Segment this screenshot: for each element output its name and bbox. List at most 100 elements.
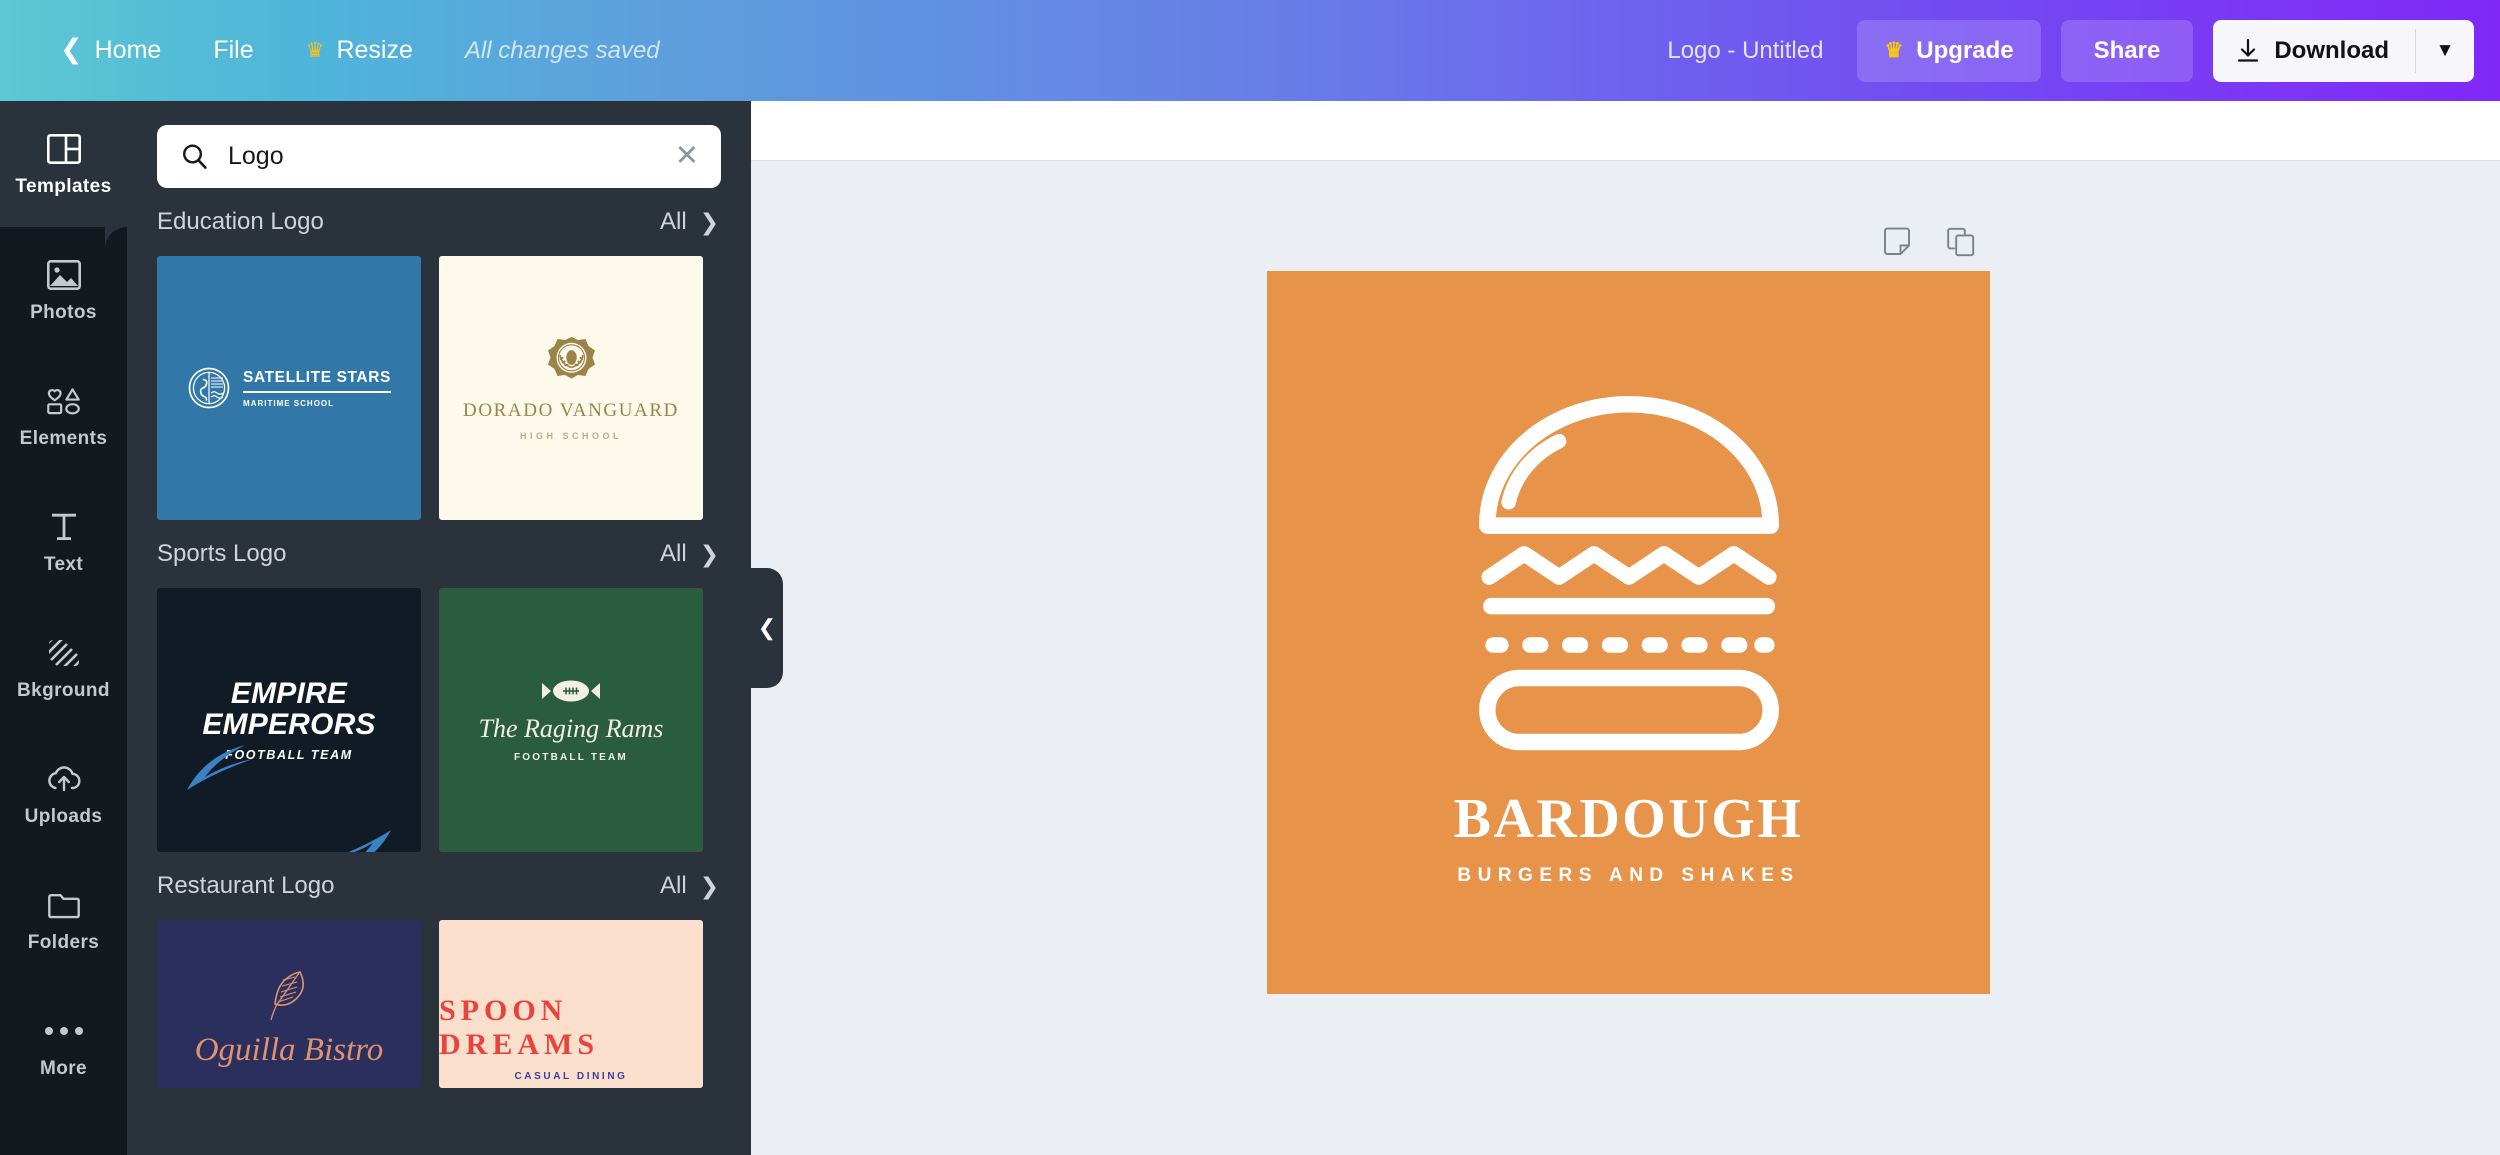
template-title: Oguilla Bistro [194, 1032, 384, 1068]
burger-line-icon [1478, 395, 1779, 750]
templates-icon [46, 131, 82, 167]
sidebar-item-photos[interactable]: Photos [0, 227, 127, 353]
chevron-right-icon: ❯ [699, 208, 719, 235]
sidebar-label: Templates [15, 175, 112, 197]
left-tool-rail: Templates Photos Elements Text Bkground … [0, 101, 127, 1155]
panel-collapse-handle[interactable]: ❮ [751, 568, 783, 688]
upgrade-label: Upgrade [1916, 36, 2014, 64]
header-right-group: Logo - Untitled ♛ Upgrade Share Download [1667, 0, 2500, 101]
template-subtitle: FOOTBALL TEAM [514, 751, 628, 763]
upgrade-button[interactable]: ♛ Upgrade [1857, 19, 2041, 82]
search-box[interactable]: ✕ [157, 125, 721, 188]
resize-label: Resize [336, 36, 413, 64]
section-title: Sports Logo [157, 540, 287, 567]
home-button[interactable]: ❮ Home [34, 0, 187, 101]
template-subtitle: MARITIME SCHOOL [243, 398, 335, 408]
sidebar-label: Folders [27, 931, 100, 953]
template-card-spoon-dreams[interactable]: SPOON DREAMS CASUAL DINING [439, 920, 703, 1088]
sidebar-label: Elements [19, 427, 108, 449]
file-menu-button[interactable]: File [187, 0, 279, 101]
chevron-left-icon: ❮ [60, 34, 83, 64]
canvas-brand-tagline: BURGERS AND SHAKES [1457, 864, 1800, 886]
template-card-oguilla-bistro[interactable]: Oguilla Bistro [157, 920, 421, 1088]
download-button-group: Download ▼ [2213, 19, 2474, 82]
sidebar-item-elements[interactable]: Elements [0, 353, 127, 479]
download-options-caret[interactable]: ▼ [2416, 20, 2474, 82]
sidebar-label: More [40, 1057, 87, 1079]
template-title: The Raging Rams [478, 713, 664, 743]
sidebar-label: Bkground [17, 679, 110, 701]
section-header-sports: Sports Logo All ❯ [127, 520, 751, 588]
all-label: All [660, 872, 687, 899]
template-subtitle: CASUAL DINING [514, 1071, 628, 1082]
templates-panel: ✕ Education Logo All ❯ [127, 101, 751, 1155]
share-button[interactable]: Share [2060, 19, 2194, 82]
sticky-note-icon[interactable] [1882, 227, 1912, 257]
lightning-bolts-icon [187, 744, 391, 852]
save-status-text: All changes saved [464, 36, 660, 64]
template-card-satellite-stars[interactable]: SATELLITE STARS MARITIME SCHOOL [157, 256, 421, 520]
search-icon [182, 144, 207, 169]
template-row-restaurant: Oguilla Bistro SPOON DREAMS CASUAL DININ… [127, 920, 751, 1088]
download-label: Download [2274, 36, 2389, 64]
template-title: SPOON DREAMS [439, 994, 600, 1061]
photo-icon [46, 257, 82, 293]
download-button[interactable]: Download [2213, 20, 2415, 82]
leaf-icon [270, 971, 304, 1021]
chevron-right-icon: ❯ [699, 872, 719, 899]
football-icon [541, 680, 600, 701]
section-see-all-education[interactable]: All ❯ [660, 208, 719, 236]
ellipsis-icon [44, 1013, 83, 1049]
section-see-all-restaurant[interactable]: All ❯ [660, 872, 719, 900]
template-row-sports: EMPIRE EMPERORS FOOTBALL TEAM The Raging… [127, 588, 751, 852]
section-title: Restaurant Logo [157, 872, 335, 899]
sidebar-item-templates[interactable]: Templates [0, 101, 127, 227]
duplicate-page-icon[interactable] [1946, 227, 1976, 257]
template-title: DORADO VANGUARD [463, 400, 679, 421]
all-label: All [660, 540, 687, 567]
crown-icon: ♛ [305, 39, 325, 62]
home-label: Home [94, 36, 162, 64]
sidebar-item-bkground[interactable]: Bkground [0, 605, 127, 731]
header-left-group: ❮ Home File ♛ Resize All changes saved [0, 0, 660, 101]
sidebar-label: Photos [30, 301, 97, 323]
background-icon [46, 635, 82, 671]
sidebar-item-uploads[interactable]: Uploads [0, 731, 127, 857]
template-card-raging-rams[interactable]: The Raging Rams FOOTBALL TEAM [439, 588, 703, 852]
canvas-brand-name: BARDOUGH [1453, 787, 1804, 850]
laurel-crest-icon [547, 337, 595, 379]
close-icon[interactable]: ✕ [669, 142, 699, 171]
canva-editor-app: ❮ Home File ♛ Resize All changes saved L… [0, 0, 2500, 1155]
design-canvas[interactable]: BARDOUGH BURGERS AND SHAKES [1267, 271, 1990, 994]
folder-icon [46, 887, 82, 923]
text-icon [46, 509, 82, 545]
section-see-all-sports[interactable]: All ❯ [660, 540, 719, 568]
crown-icon: ♛ [1884, 39, 1904, 62]
chevron-left-icon: ❮ [757, 615, 777, 640]
sidebar-item-more[interactable]: More [0, 983, 127, 1109]
search-area: ✕ [127, 101, 751, 188]
template-subtitle: HIGH SCHOOL [519, 431, 622, 441]
section-title: Education Logo [157, 208, 324, 235]
resize-button[interactable]: ♛ Resize [280, 0, 439, 101]
sidebar-label: Uploads [24, 805, 103, 827]
sidebar-label: Text [43, 553, 84, 575]
seahorse-circle-icon [188, 367, 230, 409]
share-label: Share [2093, 36, 2161, 64]
file-label: File [213, 36, 254, 64]
sidebar-item-text[interactable]: Text [0, 479, 127, 605]
all-label: All [660, 208, 687, 235]
template-card-dorado-vanguard[interactable]: DORADO VANGUARD HIGH SCHOOL [439, 256, 703, 520]
template-card-empire-emperors[interactable]: EMPIRE EMPERORS FOOTBALL TEAM [157, 588, 421, 852]
top-header-bar: ❮ Home File ♛ Resize All changes saved L… [0, 0, 2500, 101]
editor-toolbar-strip [751, 101, 2500, 161]
section-header-restaurant: Restaurant Logo All ❯ [127, 852, 751, 920]
editor-stage: BARDOUGH BURGERS AND SHAKES + Add a new … [751, 161, 2500, 1155]
upload-cloud-icon [46, 761, 82, 797]
template-title: SATELLITE STARS [243, 369, 391, 393]
template-row-education: SATELLITE STARS MARITIME SCHOOL DORADO V… [127, 256, 751, 520]
search-input[interactable] [228, 142, 649, 171]
sidebar-item-folders[interactable]: Folders [0, 857, 127, 983]
document-title[interactable]: Logo - Untitled [1667, 37, 1823, 65]
chevron-down-icon: ▼ [2435, 39, 2455, 61]
